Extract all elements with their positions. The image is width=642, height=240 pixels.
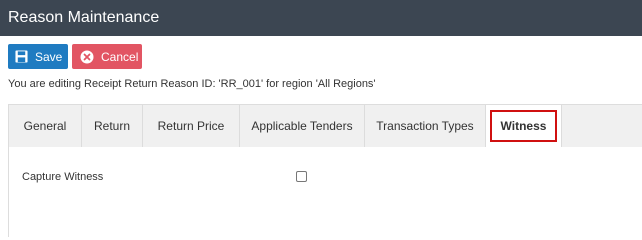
tab-panel: General Return Return Price Applicable T… [8, 104, 642, 237]
capture-witness-checkbox[interactable] [296, 171, 307, 182]
tab-return[interactable]: Return [82, 105, 143, 147]
tab-return-price[interactable]: Return Price [143, 105, 240, 147]
tab-transaction-types[interactable]: Transaction Types [365, 105, 486, 147]
cancel-button[interactable]: Cancel [72, 44, 142, 69]
capture-witness-label: Capture Witness [22, 171, 104, 183]
cancel-label: Cancel [101, 49, 139, 64]
tab-label: Return [93, 119, 131, 133]
tab-label: Transaction Types [376, 119, 474, 133]
tab-general[interactable]: General [9, 105, 82, 147]
tab-label: Applicable Tenders [251, 119, 353, 133]
witness-tab-content: Capture Witness [9, 147, 642, 237]
tab-applicable-tenders[interactable]: Applicable Tenders [240, 105, 365, 147]
tab-witness[interactable]: Witness [486, 105, 562, 147]
tab-bar: General Return Return Price Applicable T… [9, 105, 642, 147]
x-circle-icon [80, 50, 94, 64]
floppy-disk-icon [15, 50, 28, 64]
title-bar: Reason Maintenance [0, 0, 642, 36]
tab-label: Witness [500, 119, 547, 133]
window-title: Reason Maintenance [8, 9, 160, 26]
editing-info-text: You are editing Receipt Return Reason ID… [8, 78, 376, 90]
tab-label: General [23, 119, 67, 133]
save-button[interactable]: Save [8, 44, 68, 69]
tab-label: Return Price [157, 119, 225, 133]
toolbar: Save Cancel [8, 44, 142, 70]
save-label: Save [35, 49, 63, 64]
